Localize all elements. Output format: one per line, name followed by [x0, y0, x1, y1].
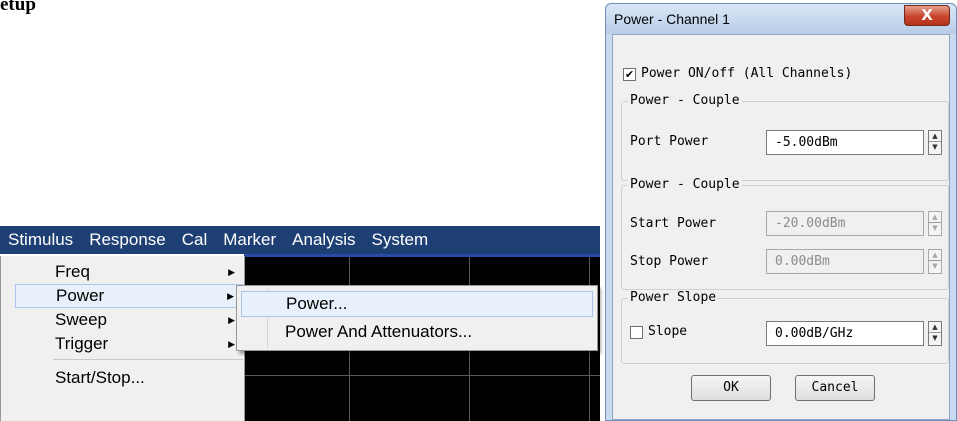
spin-down-icon: ▼ — [932, 262, 938, 270]
spin-buttons: ▲ ▼ — [928, 249, 942, 274]
dialog-title: Power - Channel 1 — [614, 11, 730, 27]
group-legend: Power - Couple — [628, 93, 742, 108]
power-submenu: Power... Power And Attenuators... — [236, 285, 598, 351]
menu-item-label: Start/Stop... — [55, 368, 145, 387]
spin-down-icon[interactable]: ▼ — [929, 142, 941, 153]
menu-cal[interactable]: Cal — [174, 226, 216, 254]
submenu-arrow-icon: ▶ — [228, 266, 235, 277]
port-power-label: Port Power — [630, 134, 709, 149]
submenu-arrow-icon: ▶ — [227, 290, 234, 301]
menu-item-label: Trigger — [55, 334, 109, 353]
menu-item-label: Sweep — [55, 310, 107, 329]
start-power-label: Start Power — [630, 216, 717, 231]
power-onoff-label: Power ON/off (All Channels) — [641, 66, 853, 81]
menu-marker[interactable]: Marker — [215, 226, 284, 254]
submenu-arrow-icon: ▶ — [228, 314, 235, 325]
cancel-button[interactable]: Cancel — [795, 375, 875, 401]
stop-power-label: Stop Power — [630, 254, 709, 269]
menu-item-trigger[interactable]: Trigger ▶ — [15, 332, 243, 356]
slope-spinner[interactable]: 0.00dB/GHz ▲ ▼ — [766, 321, 942, 346]
submenu-item-power[interactable]: Power... — [241, 291, 593, 317]
submenu-arrow-icon: ▶ — [228, 338, 235, 349]
check-mark-icon: ✔ — [624, 68, 635, 81]
ok-button[interactable]: OK — [691, 375, 771, 401]
power-slope-group: Power Slope Slope 0.00dB/GHz ▲ ▼ — [621, 290, 949, 364]
close-button[interactable]: X — [904, 5, 950, 26]
submenu-item-power-and-attenuators[interactable]: Power And Attenuators... — [241, 319, 593, 345]
dialog-body: ✔ Power ON/off (All Channels) Power - Co… — [612, 34, 950, 420]
slope-checkbox[interactable] — [630, 326, 643, 339]
spin-up-icon[interactable]: ▲ — [929, 131, 941, 142]
spin-buttons[interactable]: ▲ ▼ — [928, 130, 942, 155]
slope-label: Slope — [648, 324, 688, 339]
grid-line — [244, 375, 600, 376]
spin-up-icon: ▲ — [929, 250, 941, 261]
menu-item-sweep[interactable]: Sweep ▶ — [15, 308, 243, 332]
spin-up-icon[interactable]: ▲ — [929, 322, 941, 333]
menu-item-power[interactable]: Power ▶ — [15, 284, 243, 308]
dialog-titlebar[interactable]: Power - Channel 1 X — [606, 4, 956, 34]
stop-power-input: 0.00dBm — [766, 249, 924, 274]
start-power-spinner: -20.00dBm ▲ ▼ — [766, 211, 942, 236]
start-power-input: -20.00dBm — [766, 211, 924, 236]
port-power-spinner[interactable]: -5.00dBm ▲ ▼ — [766, 130, 942, 155]
spin-buttons: ▲ ▼ — [928, 211, 942, 236]
menu-system[interactable]: System — [363, 226, 436, 254]
menu-stimulus[interactable]: Stimulus — [0, 226, 82, 254]
menu-analysis[interactable]: Analysis — [284, 226, 363, 254]
menu-item-freq[interactable]: Freq ▶ — [15, 260, 243, 284]
stop-power-spinner: 0.00dBm ▲ ▼ — [766, 249, 942, 274]
submenu-item-label: Power And Attenuators... — [285, 322, 473, 341]
menu-response[interactable]: Response — [81, 226, 174, 254]
slope-input[interactable]: 0.00dB/GHz — [766, 321, 924, 346]
menu-item-start-stop[interactable]: Start/Stop... — [15, 366, 243, 390]
menu-bar: Stimulus Response Cal Marker Analysis Sy… — [0, 226, 600, 257]
stimulus-dropdown: Freq ▶ Power ▶ Sweep ▶ Trigger ▶ Start/S… — [0, 256, 245, 421]
power-onoff-checkbox[interactable]: ✔ — [623, 68, 636, 81]
submenu-item-label: Power... — [286, 294, 348, 313]
spin-down-icon[interactable]: ▼ — [929, 333, 941, 344]
close-icon: X — [921, 6, 933, 24]
menu-separator — [53, 359, 243, 360]
port-power-input[interactable]: -5.00dBm — [766, 130, 924, 155]
spin-buttons[interactable]: ▲ ▼ — [928, 321, 942, 346]
start-stop-power-group: Power - Couple Start Power -20.00dBm ▲ ▼… — [621, 177, 949, 290]
group-legend: Power Slope — [628, 290, 719, 305]
power-couple-group: Power - Couple Port Power -5.00dBm ▲ ▼ — [621, 93, 949, 181]
menu-item-label: Freq — [55, 262, 90, 281]
power-channel-dialog: Power - Channel 1 X ✔ Power ON/off (All … — [605, 3, 957, 421]
document-heading-fragment: etup — [0, 0, 36, 15]
menu-item-label: Power — [56, 286, 105, 305]
group-legend: Power - Couple — [628, 177, 742, 192]
spin-down-icon: ▼ — [932, 224, 938, 232]
spin-up-icon: ▲ — [929, 212, 941, 223]
